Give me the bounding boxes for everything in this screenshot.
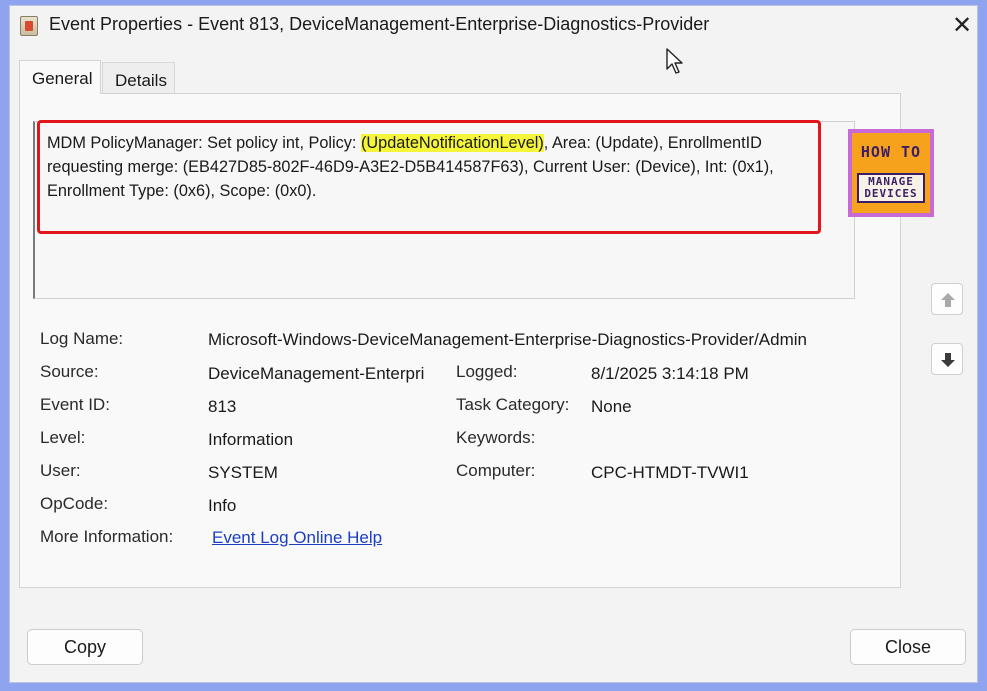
user-value[interactable]: SYSTEM: [208, 463, 278, 483]
opcode-label: OpCode:: [40, 494, 109, 513]
opcode-value[interactable]: Info: [208, 496, 236, 516]
task-category-label: Task Category:: [456, 395, 570, 414]
more-information-label: More Information:: [40, 527, 174, 546]
event-viewer-app-icon: [20, 16, 38, 36]
level-label: Level:: [40, 428, 86, 447]
event-id-value[interactable]: 813: [208, 397, 236, 417]
next-event-button[interactable]: [931, 343, 963, 375]
log-name-value[interactable]: Microsoft-Windows-DeviceManagement-Enter…: [208, 330, 807, 350]
logo-top-text: HOW TO: [860, 143, 922, 161]
tab-details[interactable]: Details: [102, 62, 175, 94]
copy-button[interactable]: Copy: [27, 629, 143, 665]
previous-event-button[interactable]: [931, 283, 963, 315]
arrow-down-icon: [941, 353, 955, 367]
annotation-highlight-box: [37, 120, 821, 234]
event-log-online-help-link[interactable]: Event Log Online Help: [212, 528, 382, 548]
source-label: Source:: [40, 362, 99, 381]
level-value[interactable]: Information: [208, 430, 293, 450]
user-label: User:: [40, 461, 81, 480]
arrow-up-icon: [941, 293, 955, 307]
event-id-label: Event ID:: [40, 395, 110, 414]
source-value[interactable]: DeviceManagement-Enterpri: [208, 364, 424, 384]
task-category-value[interactable]: None: [591, 397, 632, 417]
keywords-label: Keywords:: [456, 428, 536, 447]
logged-value[interactable]: 8/1/2025 3:14:18 PM: [591, 364, 749, 384]
tab-general[interactable]: General: [19, 60, 101, 94]
computer-value[interactable]: CPC-HTMDT-TVWI1: [591, 463, 749, 483]
howto-manage-devices-logo: HOW TO MANAGE DEVICES: [848, 129, 934, 217]
logo-bottom-box: MANAGE DEVICES: [857, 173, 925, 203]
title-bar: Event Properties - Event 813, DeviceMana…: [9, 5, 978, 49]
mouse-cursor-icon: [666, 48, 683, 74]
window-title: Event Properties - Event 813, DeviceMana…: [49, 14, 710, 34]
logo-bottom-line-2: DEVICES: [864, 187, 918, 200]
logged-label: Logged:: [456, 362, 518, 381]
close-button[interactable]: Close: [850, 629, 966, 665]
close-window-button[interactable]: ✕: [947, 11, 977, 41]
log-name-label: Log Name:: [40, 329, 124, 348]
logo-background: HOW TO MANAGE DEVICES: [852, 133, 930, 213]
computer-label: Computer:: [456, 461, 536, 480]
